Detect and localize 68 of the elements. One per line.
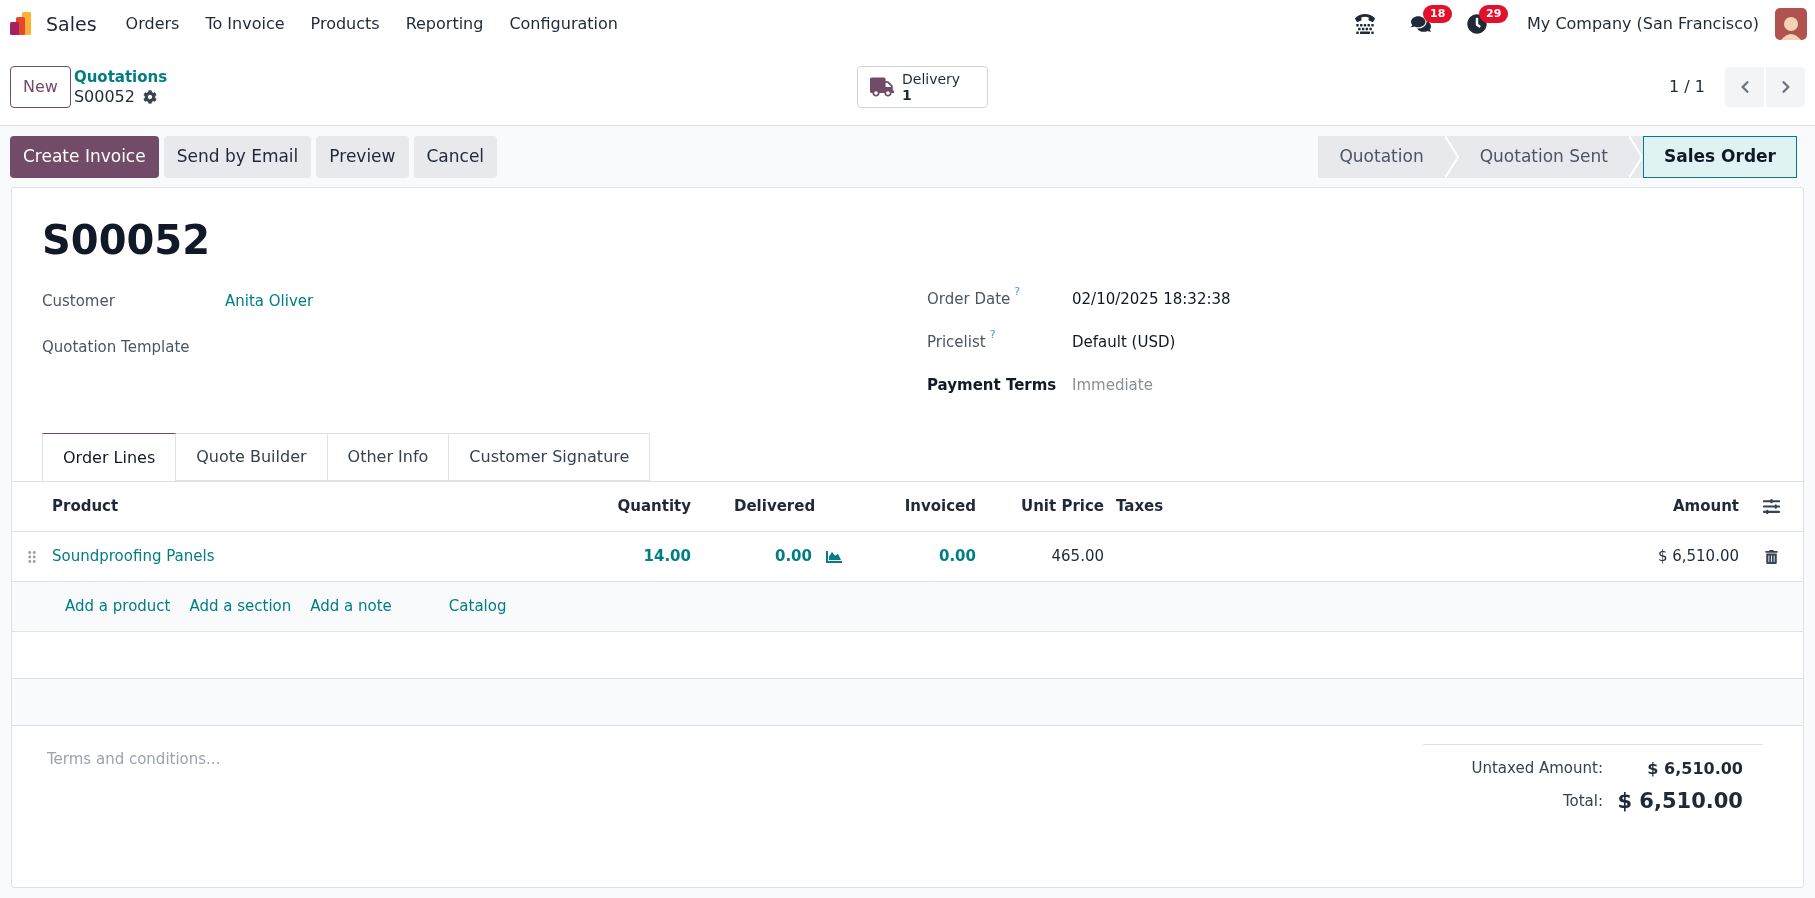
column-header[interactable]: Invoiced (871, 495, 976, 518)
amount-cell-text: $ 6,510.00 (1656, 546, 1739, 568)
invoiced-cell-text: 0.00 (938, 546, 976, 568)
phone-icon[interactable] (1355, 14, 1376, 34)
total-value: $ 6,510.00 (1616, 787, 1744, 815)
field-value[interactable]: Default (USD) (1072, 331, 1176, 354)
notification-count: 18 (1423, 5, 1453, 23)
customer-link[interactable]: Anita Oliver (225, 289, 314, 313)
order-number: S00052 (42, 216, 211, 264)
company-name[interactable]: My Company (San Francisco) (1527, 12, 1759, 36)
unit-price-cell-text: 465.00 (1050, 546, 1104, 568)
notebook-tab[interactable]: Other Info (326, 433, 450, 481)
breadcrumb-link[interactable]: Quotations (73, 66, 168, 87)
add-line-link[interactable]: Add a note (310, 595, 392, 618)
field-label: Quotation Template (42, 336, 190, 358)
notebook-tab[interactable]: Quote Builder (175, 433, 328, 481)
avatar[interactable] (1775, 8, 1807, 40)
field-label: Order Date (927, 289, 1011, 311)
action-button[interactable]: Preview (316, 135, 409, 178)
menu-item[interactable]: Reporting (392, 12, 497, 36)
status-stage[interactable]: Quotation (1318, 135, 1445, 178)
field-label: Pricelist (927, 332, 986, 354)
delivered-cell-text: 0.00 (775, 546, 812, 568)
action-button[interactable]: Cancel (413, 135, 498, 178)
menu-item[interactable]: Configuration (496, 12, 631, 36)
app-logo-icon[interactable] (8, 11, 34, 37)
notebook-tab[interactable]: Customer Signature (448, 433, 651, 481)
action-button[interactable]: Send by Email (163, 135, 312, 178)
product-cell[interactable]: Soundproofing Panels (52, 545, 591, 568)
delivery-smart-button[interactable]: Delivery 1 (857, 65, 988, 108)
menu-item[interactable]: Products (297, 12, 393, 36)
action-button[interactable]: Create Invoice (10, 135, 159, 178)
add-line-link[interactable]: Add a product (65, 595, 171, 618)
column-header[interactable]: Product (52, 495, 591, 518)
app-name[interactable]: Sales (46, 9, 97, 39)
column-header[interactable]: Unit Price (976, 495, 1104, 518)
truck-icon (870, 76, 894, 97)
column-settings-icon[interactable] (1762, 498, 1780, 515)
column-header[interactable]: Taxes (1104, 495, 1399, 518)
add-line-link[interactable]: Catalog (448, 595, 507, 618)
status-stage[interactable]: Sales Order (1642, 135, 1797, 178)
settings-icon[interactable] (142, 89, 157, 104)
notification-count: 29 (1479, 5, 1509, 23)
field-value[interactable]: 02/10/2025 18:32:38 (1072, 288, 1231, 311)
field-label: Payment Terms (927, 375, 1057, 397)
chat-icon[interactable] (1411, 14, 1432, 34)
quantity-cell-text: 14.00 (642, 546, 691, 568)
total-value: $ 6,510.00 (1646, 757, 1744, 780)
terms-field[interactable]: Terms and conditions... (47, 744, 647, 774)
column-header[interactable]: Amount (1399, 495, 1739, 518)
total-label: Untaxed Amount: (1471, 758, 1603, 780)
smart-button-label: Delivery (902, 70, 961, 87)
smart-button-value: 1 (902, 86, 912, 103)
menu-item[interactable]: To Invoice (192, 12, 298, 36)
area-chart-icon[interactable] (824, 548, 844, 565)
field-label: Customer (42, 290, 115, 312)
notebook-tab[interactable]: Order Lines (42, 433, 177, 481)
column-header[interactable]: Quantity (591, 495, 691, 518)
status-stage[interactable]: Quotation Sent (1458, 135, 1629, 178)
total-label: Total: (1562, 791, 1603, 813)
new-button[interactable]: New (10, 65, 71, 108)
input-field[interactable]: Immediate (1072, 374, 1292, 397)
breadcrumb-current: S00052 (73, 86, 135, 107)
menu-item[interactable]: Orders (112, 12, 193, 36)
column-header[interactable]: Delivered (691, 495, 871, 518)
delete-icon[interactable] (1764, 549, 1778, 564)
pager-value[interactable]: 1 / 1 (1669, 74, 1705, 99)
add-line-link[interactable]: Add a section (189, 595, 292, 618)
